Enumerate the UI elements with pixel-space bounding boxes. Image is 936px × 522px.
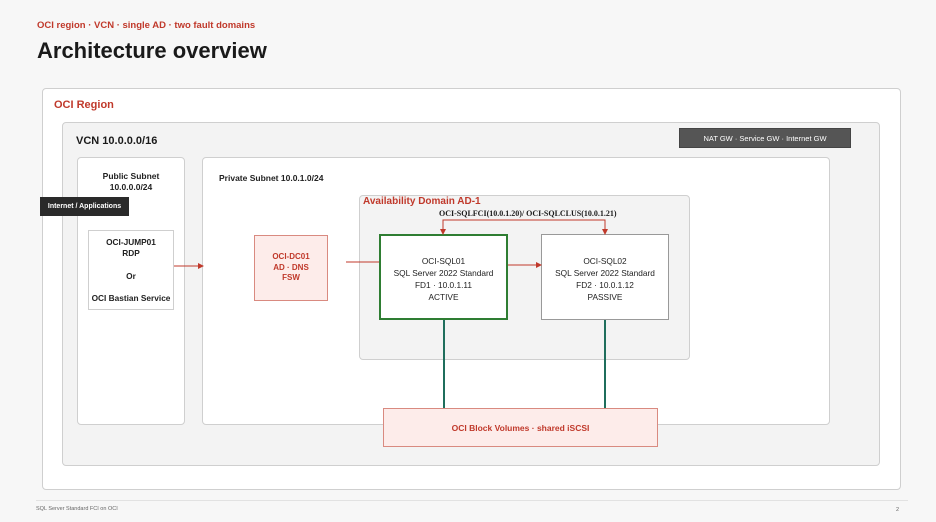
footer-text: SQL Server Standard FCI on OCI bbox=[36, 506, 118, 512]
fci-bracket-line bbox=[442, 219, 606, 234]
page-number: 2 bbox=[896, 507, 900, 513]
footer-divider bbox=[36, 500, 908, 501]
connectors-layer bbox=[174, 219, 608, 408]
